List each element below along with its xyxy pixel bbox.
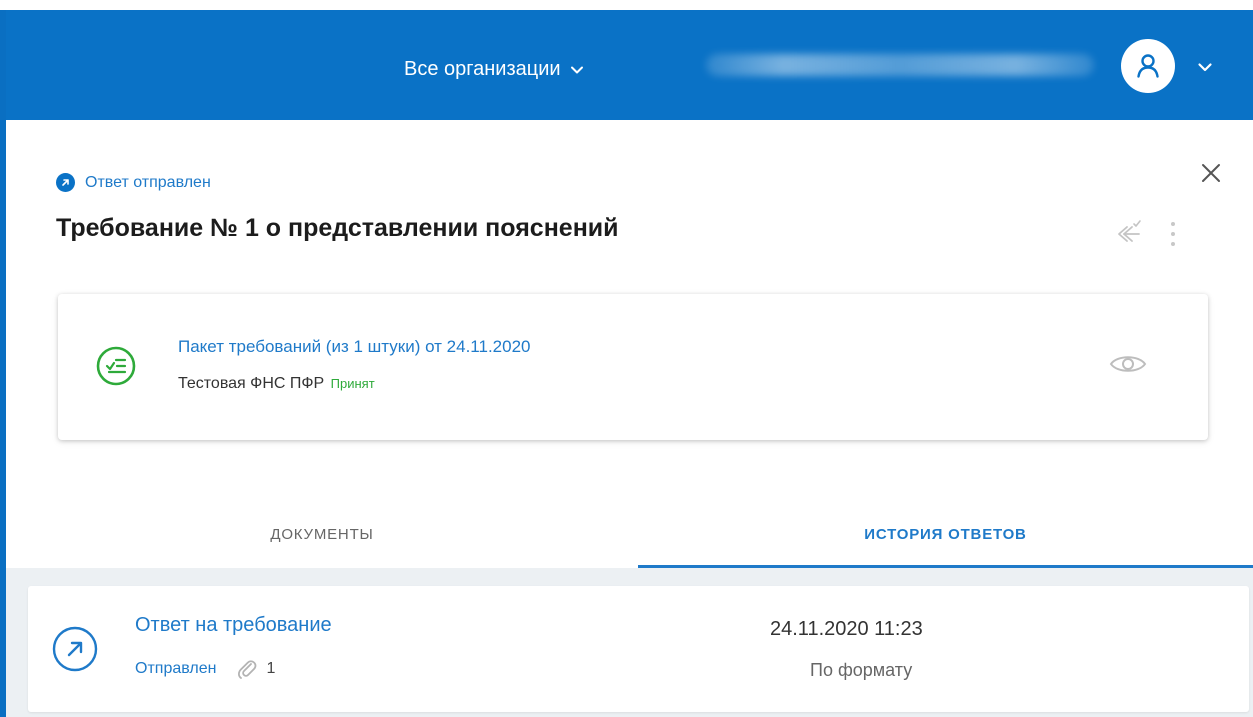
document-status-text: Ответ отправлен (85, 173, 211, 191)
more-vertical-icon-dot (1171, 242, 1175, 246)
outgoing-arrow-icon (52, 626, 98, 672)
top-gap (0, 0, 1253, 10)
history-item-datetime: 24.11.2020 11:23 (770, 618, 923, 640)
user-avatar[interactable] (1121, 39, 1175, 93)
checklist-icon (96, 346, 136, 386)
tab-response-history[interactable]: ИСТОРИЯ ОТВЕТОВ (638, 500, 1253, 568)
user-icon (1137, 54, 1159, 78)
sent-status-icon (56, 173, 75, 192)
user-name-redacted (706, 54, 1094, 76)
history-item-attachment-count: 1 (266, 660, 276, 677)
organization-switcher-label: Все организации (404, 58, 561, 80)
paperclip-icon (238, 660, 257, 679)
tab-bar: ДОКУМЕНТЫ ИСТОРИЯ ОТВЕТОВ (6, 500, 1253, 568)
package-link[interactable]: Пакет требований (из 1 штуки) от 24.11.2… (178, 337, 531, 357)
tab-documents[interactable]: ДОКУМЕНТЫ (6, 500, 638, 568)
package-meta: Тестовая ФНС ПФР Принят (178, 375, 375, 393)
tab-documents-label: ДОКУМЕНТЫ (270, 525, 374, 543)
list-item[interactable]: Ответ на требование Отправлен 1 24.11.20… (28, 586, 1249, 712)
package-status-badge: Принят (330, 376, 375, 391)
chevron-down-icon (570, 66, 583, 73)
close-button[interactable] (1196, 158, 1226, 188)
tab-response-history-label: ИСТОРИЯ ОТВЕТОВ (864, 525, 1027, 543)
page-title: Требование № 1 о представлении пояснений (56, 214, 619, 242)
close-icon (1202, 164, 1220, 182)
more-vertical-icon-dot (1171, 222, 1175, 226)
package-sender: Тестовая ФНС ПФР (178, 375, 325, 392)
history-item-title[interactable]: Ответ на требование (135, 614, 332, 637)
more-menu-button[interactable] (1163, 214, 1183, 254)
history-item-format: По формату (810, 660, 913, 680)
eye-icon[interactable] (1108, 350, 1148, 378)
package-card: Пакет требований (из 1 штуки) от 24.11.2… (58, 294, 1208, 440)
more-vertical-icon-dot (1171, 232, 1175, 236)
document-status: Ответ отправлен (56, 173, 211, 192)
organization-switcher[interactable]: Все организации (404, 58, 585, 81)
user-menu-chevron-icon[interactable] (1196, 58, 1214, 76)
reply-all-icon[interactable] (1113, 218, 1143, 248)
history-item-status: Отправлен (135, 660, 217, 677)
history-item-meta: Отправлен 1 (135, 658, 275, 680)
